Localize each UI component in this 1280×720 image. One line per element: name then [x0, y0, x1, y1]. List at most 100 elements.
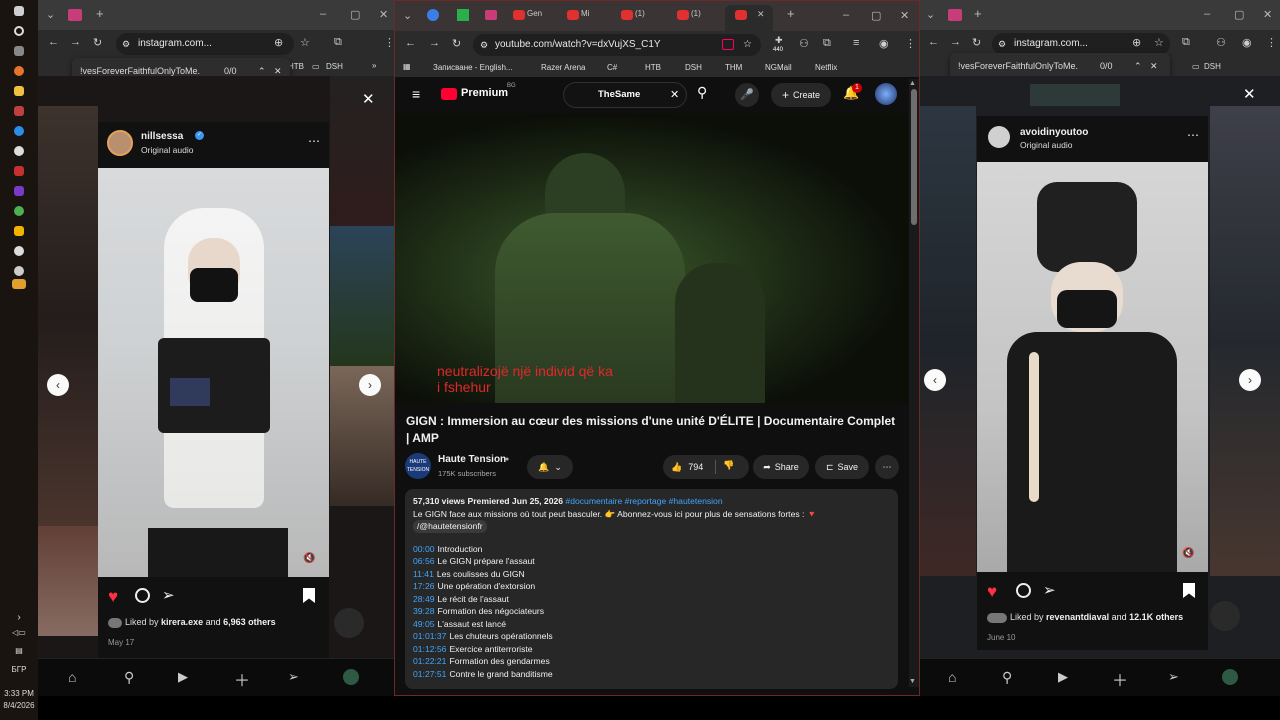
mute-icon[interactable]: 🔇 — [303, 553, 315, 564]
clear-search-icon[interactable]: ✕ — [670, 88, 679, 101]
post-audio[interactable]: Original audio — [1020, 140, 1072, 150]
site-info-icon[interactable]: ⚙ — [480, 34, 488, 56]
bookmark-htb[interactable]: HTB — [288, 62, 304, 71]
forward-icon[interactable]: → — [429, 37, 440, 49]
bookmarks-panel-icon[interactable]: ≡ — [853, 37, 859, 49]
extensions-icon[interactable]: ⧉ — [1182, 36, 1190, 49]
chapter-timestamp[interactable]: 01:01:37 — [413, 631, 446, 641]
next-post-button[interactable]: › — [359, 374, 381, 396]
comment-icon[interactable] — [135, 588, 150, 603]
bookmark-star-icon[interactable]: ☆ — [743, 34, 752, 56]
reels-icon[interactable]: ▶ — [1058, 669, 1068, 685]
share-icon[interactable]: ➢ — [1043, 581, 1056, 599]
close-icon[interactable]: ✕ — [379, 8, 388, 21]
liked-by-user[interactable]: kirera.exe — [161, 617, 203, 627]
next-post-button[interactable]: › — [1239, 369, 1261, 391]
tab-title[interactable]: (1) — [691, 9, 701, 18]
forward-icon[interactable]: → — [70, 36, 81, 48]
save-bookmark-icon[interactable] — [1183, 583, 1195, 598]
bookmark-item[interactable]: Netflix — [815, 63, 837, 72]
previous-post-button[interactable]: ‹ — [924, 369, 946, 391]
chapter-timestamp[interactable]: 01:27:51 — [413, 669, 446, 679]
edge-icon[interactable] — [14, 126, 24, 136]
close-post-icon[interactable]: ✕ — [1243, 85, 1256, 103]
profile-icon[interactable]: ◉ — [1242, 36, 1252, 49]
youtube-tab-icon[interactable] — [513, 10, 525, 20]
bookmark-star-icon[interactable]: ☆ — [1154, 36, 1164, 49]
channel-handle-link[interactable]: /@hautetensionfr — [413, 520, 487, 533]
search-box[interactable]: TheSame ✕ — [563, 82, 687, 108]
chapter-timestamp[interactable]: 49:05 — [413, 619, 435, 629]
menu-icon[interactable]: ⋮ — [1266, 36, 1277, 49]
address-bar[interactable]: ⚙ instagram.com... — [992, 33, 1170, 55]
liked-by-user[interactable]: revenantdiaval — [1046, 612, 1109, 622]
forward-icon[interactable]: → — [950, 36, 961, 48]
address-bar[interactable]: ⚙ instagram.com... — [116, 33, 294, 55]
close-icon[interactable]: ✕ — [900, 9, 909, 22]
maximize-icon[interactable]: ▢ — [350, 8, 360, 21]
bookmark-item[interactable]: Razer Arena — [541, 63, 585, 72]
bookmark-item[interactable]: HTB — [645, 63, 661, 72]
create-icon[interactable]: ＋ — [234, 667, 250, 691]
bookmark-star-icon[interactable]: ☆ — [300, 36, 310, 49]
post-audio[interactable]: Original audio — [141, 145, 193, 155]
firefox-icon[interactable] — [14, 66, 24, 76]
bookmark-item[interactable]: THM — [725, 63, 742, 72]
like-heart-icon[interactable]: ♥ — [987, 582, 997, 602]
profile-avatar[interactable] — [1222, 669, 1238, 685]
file-explorer-icon[interactable] — [14, 86, 24, 96]
bookmark-item[interactable]: DSH — [685, 63, 702, 72]
liked-by-others[interactable]: 6,963 others — [223, 617, 276, 627]
minimize-icon[interactable]: – — [843, 9, 849, 21]
language-indicator[interactable]: БГР — [0, 665, 38, 674]
video-player[interactable]: neutralizojë një individ që ka i fshehur — [395, 113, 908, 403]
windows-start-icon[interactable] — [14, 6, 24, 16]
chapter-timestamp[interactable]: 01:22:21 — [413, 656, 446, 666]
youtube-tab-icon[interactable] — [677, 10, 689, 20]
messages-fab[interactable] — [1210, 601, 1240, 631]
address-bar[interactable]: ⚙ youtube.com/watch?v=dxVujXS_C1Y ☆ — [473, 34, 761, 56]
more-options-icon[interactable]: ⋯ — [308, 134, 320, 148]
voice-search-icon[interactable]: 🎤 — [735, 83, 759, 107]
avatar[interactable] — [107, 130, 133, 156]
search-icon[interactable]: ⚲ — [124, 669, 134, 686]
active-tab[interactable] — [725, 5, 773, 31]
subscription-bell-button[interactable]: 🔔 ⌄ — [527, 455, 573, 479]
app-icon[interactable] — [14, 266, 24, 276]
channel-name[interactable]: Haute Tension — [438, 454, 506, 465]
tab-title[interactable]: Mi — [581, 9, 589, 18]
chrome-active-icon[interactable] — [12, 279, 26, 289]
save-bookmark-icon[interactable] — [303, 588, 315, 603]
extensions-icon[interactable]: ⧉ — [334, 36, 342, 49]
tab-title[interactable]: Gen — [527, 9, 542, 18]
account-avatar[interactable] — [875, 83, 897, 105]
chapter-timestamp[interactable]: 01:12:56 — [413, 644, 446, 654]
create-icon[interactable]: ＋ — [1112, 667, 1128, 691]
bookmark-dsh[interactable]: DSH — [1204, 62, 1221, 71]
reload-icon[interactable]: ↻ — [93, 36, 102, 49]
chapter-timestamp[interactable]: 00:00 — [413, 544, 435, 554]
search-icon[interactable]: ⚲ — [1002, 669, 1012, 686]
tab-favicon[interactable] — [485, 10, 497, 20]
chrome-icon[interactable] — [14, 146, 24, 156]
post-username[interactable]: avoidinyoutoo — [1020, 127, 1088, 138]
instagram-tab-icon[interactable] — [948, 9, 962, 21]
scrollbar-thumb[interactable] — [911, 89, 917, 225]
chrome-icon[interactable] — [14, 246, 24, 256]
task-view-icon[interactable] — [14, 46, 24, 56]
extension-icon[interactable]: ⚇ — [1216, 36, 1226, 49]
save-button[interactable]: ⊏ Save — [815, 455, 869, 479]
reels-icon[interactable]: ▶ — [178, 669, 188, 685]
bookmark-item[interactable]: C# — [607, 63, 617, 72]
post-image[interactable]: 🔇 — [977, 162, 1208, 572]
back-icon[interactable]: ← — [405, 37, 416, 49]
search-query[interactable]: TheSame — [598, 89, 640, 100]
close-post-icon[interactable]: ✕ — [362, 90, 375, 108]
bookmark-item[interactable]: Записване - English... — [433, 63, 513, 72]
onenote-icon[interactable] — [14, 186, 24, 196]
tab-search-icon[interactable]: ⌄ — [926, 8, 935, 21]
keyboard-icon[interactable]: ▤ — [0, 646, 38, 655]
description-box[interactable]: 57,310 views Premiered Jun 25, 2026 #doc… — [405, 489, 898, 689]
extension-icon[interactable]: ✚ — [775, 35, 783, 46]
tab-search-icon[interactable]: ⌄ — [403, 9, 412, 22]
